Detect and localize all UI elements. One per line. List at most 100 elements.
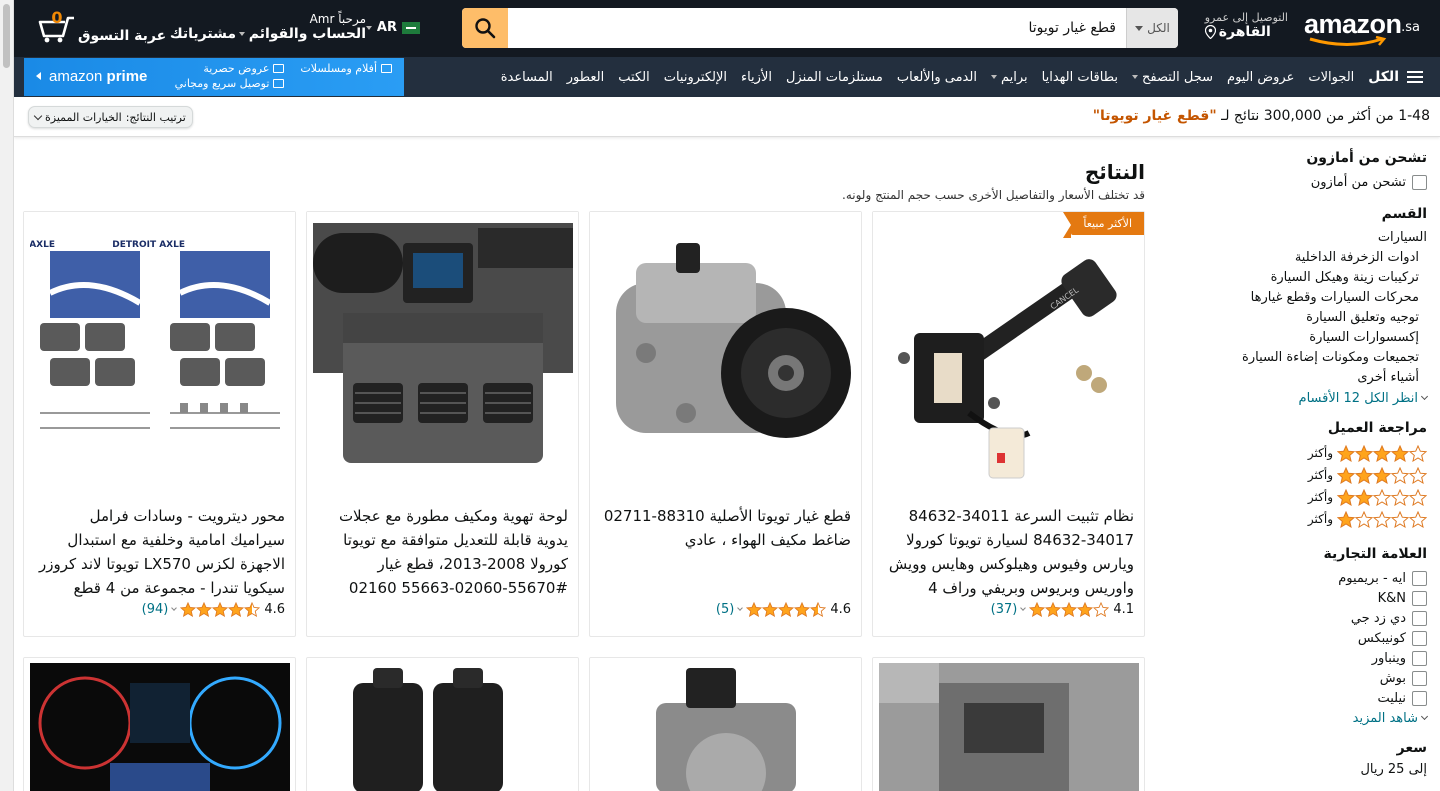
search-button[interactable] [462,8,508,48]
nav-item[interactable]: عروض اليوم [1220,70,1301,85]
star-icon [1354,444,1374,462]
star-icon [810,601,827,618]
rating-count-link[interactable]: (5) [716,602,734,617]
search-bar: الكل [462,8,1178,48]
product-image[interactable] [307,212,578,494]
product-card[interactable]: CANCEL الأكثر مبيعاً نظام تثبيت السرعة 340… [872,211,1145,637]
review-filter-row[interactable]: وأكثر [1197,508,1428,530]
page-scrollbar[interactable] [0,0,14,791]
filter-option[interactable]: تشحن من أمازون [1197,172,1427,192]
checkbox[interactable] [1412,650,1427,666]
nav-item-label: المساعدة [500,69,553,85]
category-link[interactable]: تركيبات زينة وهيكل السيارة [1197,268,1427,288]
nav-item[interactable]: العطور [560,70,612,85]
language-selector[interactable]: AR [365,20,420,35]
nav-item[interactable]: المساعدة [494,70,560,85]
nav-item[interactable]: الكتب [611,70,656,85]
review-filter-row[interactable]: وأكثر [1197,442,1428,464]
brand-filter-option[interactable]: دي زد جي [1197,608,1427,628]
product-grid: CANCEL الأكثر مبيعاً نظام تثبيت السرعة 340… [23,211,1145,791]
category-link[interactable]: تجميعات ومكونات إضاءة السيارة [1197,348,1427,368]
review-filter-row[interactable]: وأكثر [1197,464,1428,486]
deliver-to[interactable]: التوصيل إلى عمرو القاهرة [1204,11,1288,40]
nav-item[interactable]: الأزياء [734,70,779,85]
checkbox[interactable] [1412,570,1427,586]
product-card[interactable] [23,657,296,791]
sort-dropdown[interactable]: ترتيب النتائج: الخيارات المميزة [28,106,193,128]
checkbox[interactable] [1412,690,1427,706]
nav-item[interactable]: مستلزمات المنزل [779,70,890,85]
brand-filter-option[interactable]: K&N [1197,588,1427,608]
nav-all-menu[interactable]: الكل [1361,69,1430,85]
product-card[interactable]: DETROIT AXLE DETROIT AXLE محور ديترويت - و… [23,211,296,637]
product-title-link[interactable]: قطع غيار تويوتا الأصلية 88310-02711 ضاغط… [590,494,861,600]
product-rating[interactable]: 4.6 (5) [590,600,861,619]
product-title-link[interactable]: لوحة تهوية ومكيف مطورة مع عجلات يدوية قا… [307,494,578,600]
svg-text:DETROIT AXLE: DETROIT AXLE [30,240,55,250]
brand-filter-option[interactable]: بوش [1197,668,1427,688]
nav-item[interactable]: برايم [984,70,1035,85]
checkbox[interactable] [1412,590,1427,606]
see-all-categories-link[interactable]: انظر الكل 12 الأقسام [1197,388,1429,408]
rating-count-link[interactable]: (94) [142,602,169,617]
chevron-down-icon[interactable] [171,605,178,611]
product-image[interactable] [24,658,295,791]
checkbox[interactable] [1412,174,1427,190]
brand-filter-option[interactable]: وينباور [1197,648,1427,668]
checkbox[interactable] [1412,670,1427,686]
category-link[interactable]: ادوات الزخرفة الداخلية [1197,248,1427,268]
price-range-link[interactable]: إلى 25 ريال [1197,762,1427,777]
product-title-link[interactable]: نظام تثبيت السرعة 34011-84632 34017-8463… [873,494,1144,600]
brand-filter-option[interactable]: ايه - بريميوم [1197,568,1427,588]
product-image[interactable]: DETROIT AXLE DETROIT AXLE [24,212,295,494]
nav-item[interactable]: الجوالات [1301,70,1361,85]
chevron-down-icon[interactable] [1020,605,1027,611]
product-card[interactable]: قطع غيار تويوتا الأصلية 88310-02711 ضاغط… [589,211,862,637]
product-title-link[interactable]: محور ديترويت - وسادات فرامل سيراميك امام… [24,494,295,600]
star-icon [1061,601,1078,618]
brand-filter-option[interactable]: كونيبكس [1197,628,1427,648]
filter-shipping-title: تشحن من أمازون [1306,150,1427,166]
product-card[interactable] [872,657,1145,791]
scrollbar-thumb[interactable] [3,4,10,68]
amazon-logo[interactable]: amazon .sa [1304,8,1422,48]
product-rating[interactable]: 4.1 (37) [873,600,1144,619]
search-category-select[interactable]: الكل [1126,8,1178,48]
see-all-label: انظر الكل 12 الأقسام [1298,390,1418,406]
product-image[interactable]: CANCEL الأكثر مبيعاً [873,212,1144,494]
account-menu[interactable]: مرحباً Amr الحساب والقوائم [238,12,366,42]
product-image[interactable] [590,212,861,494]
star-icon [1077,601,1094,618]
brand-filter-option[interactable]: نيليت [1197,688,1427,708]
chevron-down-icon[interactable] [737,605,744,611]
checkbox[interactable] [1412,630,1427,646]
nav-item-label: الأزياء [740,69,772,85]
orders-link[interactable]: مشترياتك [170,26,236,42]
nav-item[interactable]: الإلكترونيات [657,70,734,85]
product-card[interactable]: لوحة تهوية ومكيف مطورة مع عجلات يدوية قا… [306,211,579,637]
prime-banner[interactable]: amazon prime أفلام ومسلسلات عروض حصرية ت… [24,58,404,96]
product-card[interactable] [306,657,579,791]
category-link[interactable]: أشياء أخرى [1197,368,1427,388]
star-icon [1336,466,1356,484]
nav-item[interactable]: الدمى والألعاب [890,70,984,85]
product-image[interactable] [307,658,578,791]
product-image[interactable] [873,658,1144,791]
star-icon [244,601,261,618]
category-link[interactable]: محركات السيارات وقطع غيارها [1197,288,1427,308]
nav-item[interactable]: سجل التصفح [1125,70,1220,85]
category-link[interactable]: توجيه وتعليق السيارة [1197,308,1427,328]
nav-item[interactable]: بطاقات الهدايا [1035,70,1125,85]
category-link[interactable]: السيارات [1197,228,1427,248]
product-image[interactable] [590,658,861,791]
review-filter-row[interactable]: وأكثر [1197,486,1428,508]
cart-button[interactable]: عربة التسوق 0 [36,8,166,44]
rating-count-link[interactable]: (37) [991,602,1018,617]
search-input[interactable] [508,8,1126,48]
see-more-brands-link[interactable]: شاهد المزيد [1197,708,1429,728]
category-link[interactable]: إكسسوارات السيارة [1197,328,1427,348]
nav-item-label: الدمى والألعاب [896,69,977,85]
product-rating[interactable]: 4.6 (94) [24,600,295,619]
checkbox[interactable] [1412,610,1427,626]
product-card[interactable] [589,657,862,791]
